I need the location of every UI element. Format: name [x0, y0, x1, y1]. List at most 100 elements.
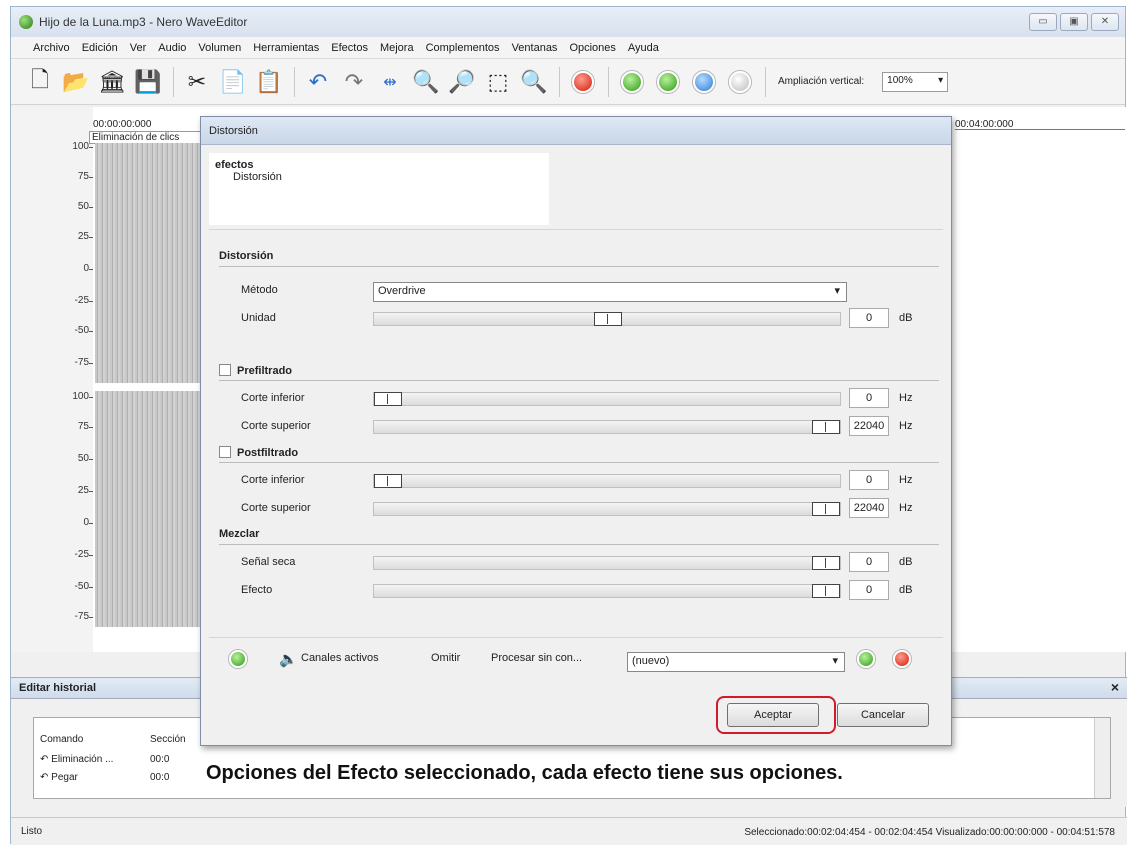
library-icon[interactable]: 🏛	[95, 65, 129, 99]
seca-slider[interactable]	[373, 556, 841, 570]
waveform-channel-right[interactable]	[95, 391, 205, 627]
axis-tick: 0	[83, 517, 93, 528]
efecto-label: Efecto	[241, 584, 273, 596]
axis-tick: 75	[77, 171, 94, 182]
play-icon[interactable]	[615, 65, 649, 99]
process-label[interactable]: Procesar sin con...	[491, 652, 582, 664]
axis-tick: -75	[74, 357, 94, 368]
pre-high-slider[interactable]	[373, 420, 841, 434]
axis-tick: -50	[74, 325, 94, 336]
efecto-slider[interactable]	[373, 584, 841, 598]
pre-low-slider[interactable]	[373, 392, 841, 406]
toolbar-separator	[173, 66, 174, 97]
effects-tree: efectos Distorsión	[209, 153, 549, 225]
axis-tick: 75	[77, 421, 94, 432]
zoom-value: 100%	[887, 74, 913, 86]
new-file-icon[interactable]: 🗋	[23, 65, 57, 99]
history-row[interactable]: ↶ Eliminación ... 00:0	[40, 754, 169, 765]
post-low-label: Corte inferior	[241, 474, 305, 486]
zoom-selection-icon[interactable]: ⬚	[481, 65, 515, 99]
slider-thumb[interactable]	[374, 474, 402, 488]
toolbar-separator	[765, 66, 766, 97]
menu-ventanas[interactable]: Ventanas	[512, 42, 558, 54]
post-high-slider[interactable]	[373, 502, 841, 516]
menu-bar: Archivo Edición Ver Audio Volumen Herram…	[11, 37, 1125, 59]
menu-efectos[interactable]: Efectos	[331, 42, 368, 54]
slider-thumb[interactable]	[812, 584, 840, 598]
redo-icon[interactable]: ↷	[337, 65, 371, 99]
zoom-full-icon[interactable]: 🔍	[517, 65, 551, 99]
menu-archivo[interactable]: Archivo	[33, 42, 70, 54]
preview-play-icon[interactable]	[229, 650, 247, 668]
slider-thumb[interactable]	[374, 392, 402, 406]
menu-volumen[interactable]: Volumen	[198, 42, 241, 54]
post-high-value[interactable]: 22040	[849, 498, 889, 518]
axis-tick: -50	[74, 581, 94, 592]
tree-child[interactable]: Distorsión	[215, 171, 543, 183]
zoom-in-icon[interactable]: 🔍	[409, 65, 443, 99]
menu-mejora[interactable]: Mejora	[380, 42, 414, 54]
paste-icon[interactable]: 📋	[252, 65, 286, 99]
distortion-dialog: Distorsión efectos Distorsión Distorsión…	[200, 116, 952, 746]
history-row[interactable]: ↶ Pegar 00:0	[40, 772, 169, 783]
pre-high-value[interactable]: 22040	[849, 416, 889, 436]
unidad-slider[interactable]	[373, 312, 841, 326]
maximize-button[interactable]: ▣	[1060, 13, 1088, 31]
postfiltrado-checkbox[interactable]	[219, 446, 231, 458]
status-right: Seleccionado:00:02:04:454 - 00:02:04:454…	[744, 827, 1115, 838]
history-close-icon[interactable]: ×	[1111, 679, 1119, 695]
loop-icon[interactable]	[687, 65, 721, 99]
menu-complementos[interactable]: Complementos	[426, 42, 500, 54]
minimize-button[interactable]: ▭	[1029, 13, 1057, 31]
copy-icon[interactable]: 📄	[216, 65, 250, 99]
slider-thumb[interactable]	[594, 312, 622, 326]
speaker-icon[interactable]: 🔈	[279, 650, 298, 668]
post-low-slider[interactable]	[373, 474, 841, 488]
section-title: Mezclar	[219, 528, 260, 540]
vertical-scrollbar[interactable]	[1094, 718, 1110, 798]
menu-ver[interactable]: Ver	[130, 42, 147, 54]
toolbar: 🗋 📂 🏛 💾 ✂ 📄 📋 ↶ ↷ ⇹ 🔍 🔎 ⬚ 🔍 Ampliación v…	[11, 59, 1125, 105]
zoom-out-icon[interactable]: 🔎	[445, 65, 479, 99]
zoom-select[interactable]: 100%	[882, 71, 949, 92]
preset-select[interactable]: (nuevo) ▾	[627, 652, 845, 672]
tree-root[interactable]: efectos	[215, 159, 543, 171]
save-icon[interactable]: 💾	[131, 65, 165, 99]
omit-label[interactable]: Omitir	[431, 652, 460, 664]
unidad-unit: dB	[899, 312, 913, 324]
fit-width-icon[interactable]: ⇹	[373, 65, 407, 99]
menu-opciones[interactable]: Opciones	[569, 42, 615, 54]
axis-tick: 50	[77, 453, 94, 464]
play-selection-icon[interactable]	[651, 65, 685, 99]
menu-audio[interactable]: Audio	[158, 42, 186, 54]
active-channels-label[interactable]: Canales activos	[301, 652, 379, 664]
cancel-button[interactable]: Cancelar	[837, 703, 929, 727]
slider-thumb[interactable]	[812, 420, 840, 434]
method-select[interactable]: Overdrive ▾	[373, 282, 847, 302]
col-section[interactable]: Sección	[150, 734, 186, 745]
efecto-value[interactable]: 0	[849, 580, 889, 600]
slider-thumb[interactable]	[812, 502, 840, 516]
status-left: Listo	[21, 826, 43, 837]
prefiltrado-checkbox[interactable]	[219, 364, 231, 376]
close-button[interactable]: ✕	[1091, 13, 1119, 31]
record-icon[interactable]	[566, 65, 600, 99]
cut-icon[interactable]: ✂	[180, 65, 214, 99]
history-header-row: Comando Sección	[40, 734, 186, 745]
seca-value[interactable]: 0	[849, 552, 889, 572]
col-command[interactable]: Comando	[40, 734, 150, 745]
stop-icon[interactable]	[723, 65, 757, 99]
delete-preset-icon[interactable]	[893, 650, 911, 668]
history-section: 00:0	[150, 772, 170, 783]
slider-thumb[interactable]	[812, 556, 840, 570]
waveform-channel-left[interactable]	[95, 143, 205, 383]
post-low-value[interactable]: 0	[849, 470, 889, 490]
menu-herramientas[interactable]: Herramientas	[253, 42, 319, 54]
undo-icon[interactable]: ↶	[301, 65, 335, 99]
unidad-value[interactable]: 0	[849, 308, 889, 328]
pre-low-value[interactable]: 0	[849, 388, 889, 408]
open-file-icon[interactable]: 📂	[59, 65, 93, 99]
add-preset-icon[interactable]	[857, 650, 875, 668]
menu-edicion[interactable]: Edición	[82, 42, 118, 54]
menu-ayuda[interactable]: Ayuda	[628, 42, 659, 54]
